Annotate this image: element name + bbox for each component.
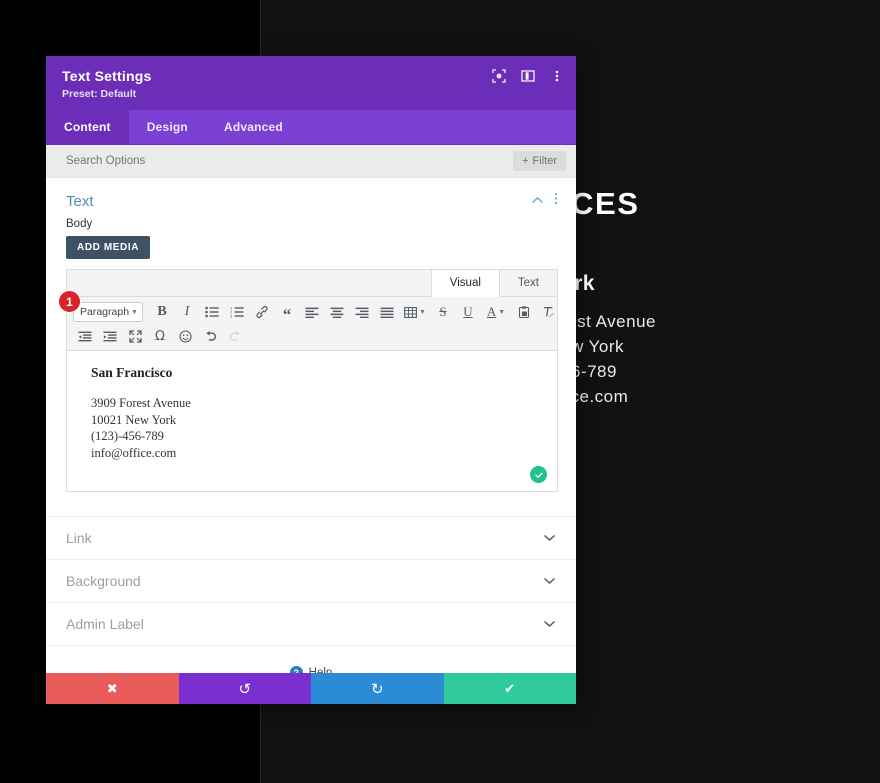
modal-header-icons [491, 68, 564, 83]
body-field-label: Body [66, 218, 93, 230]
redo-icon[interactable] [223, 325, 247, 347]
chevron-down-icon [543, 531, 556, 545]
text-section-header: Text [46, 178, 576, 218]
undo-icon: ↺ [238, 680, 252, 698]
check-icon [530, 466, 547, 483]
align-justify-icon[interactable] [375, 301, 399, 323]
editor-content-line: info@office.com [91, 445, 177, 460]
undo-icon[interactable] [198, 325, 222, 347]
accordion-label: Background [66, 573, 141, 589]
accordion-list: Link Background Admin Label [46, 516, 576, 646]
table-icon[interactable]: ▼ [400, 301, 430, 323]
accordion-label: Admin Label [66, 616, 144, 632]
numbered-list-icon[interactable]: 1 2 3 [225, 301, 249, 323]
redo-button[interactable]: ↻ [311, 673, 444, 704]
editor-toolbar: Paragraph ▼ B I 1 2 3 “ ▼ S U A ▼ Ω [67, 297, 557, 351]
paragraph-format-select[interactable]: Paragraph ▼ [73, 302, 143, 322]
screen: CES ork rest Avenue ew York 56-789 fice.… [0, 0, 880, 783]
redo-icon: ↻ [370, 680, 384, 698]
special-character-icon[interactable]: Ω [148, 325, 172, 347]
underline-icon[interactable]: U [456, 301, 480, 323]
emoji-icon[interactable] [173, 325, 197, 347]
text-color-icon[interactable]: A ▼ [481, 301, 511, 323]
modal-body: Text Body ADD MEDIA Visual Text Paragrap… [46, 178, 576, 673]
modal-title: Text Settings [62, 68, 152, 84]
editor-toolbar-row-2: Ω [73, 325, 551, 347]
chevron-down-icon [543, 574, 556, 588]
accordion-admin-label[interactable]: Admin Label [46, 602, 576, 646]
editor-content-heading: San Francisco [91, 365, 173, 380]
modal-header: Text Settings Preset: Default [46, 56, 576, 110]
editor-content-area[interactable]: San Francisco 3909 Forest Avenue 10021 N… [67, 351, 557, 491]
tab-advanced[interactable]: Advanced [206, 110, 301, 144]
clear-formatting-icon[interactable] [537, 301, 561, 323]
save-button[interactable]: ✔ [443, 673, 576, 704]
link-icon[interactable] [250, 301, 274, 323]
editor-toolbar-row-1: Paragraph ▼ B I 1 2 3 “ ▼ S U A ▼ [73, 301, 554, 323]
wysiwyg-editor: Visual Text Paragraph ▼ B I 1 2 3 “ ▼ S … [66, 269, 558, 492]
align-left-icon[interactable] [300, 301, 324, 323]
editor-mode-tabs: Visual Text [67, 270, 557, 297]
align-right-icon[interactable] [350, 301, 374, 323]
accordion-background[interactable]: Background [46, 559, 576, 602]
search-input[interactable] [66, 155, 514, 167]
filter-button-label: Filter [532, 155, 557, 167]
close-icon: ✖ [106, 680, 118, 696]
indent-icon[interactable] [98, 325, 122, 347]
search-options-bar: + Filter [46, 145, 576, 178]
editor-content-line: 10021 New York [91, 412, 177, 427]
tab-content[interactable]: Content [46, 110, 129, 144]
add-media-button[interactable]: ADD MEDIA [66, 236, 151, 259]
layout-panel-icon[interactable] [520, 68, 535, 83]
more-vertical-icon[interactable] [554, 192, 558, 210]
help-link[interactable]: ? Help [46, 646, 576, 673]
bulleted-list-icon[interactable] [200, 301, 224, 323]
editor-content-line: (123)-456-789 [91, 429, 164, 443]
tab-text[interactable]: Text [498, 270, 557, 296]
section-controls [531, 192, 558, 210]
paragraph-format-value: Paragraph [80, 306, 130, 318]
chevron-down-icon: ▼ [498, 308, 506, 316]
step-marker-badge: 1 [58, 290, 81, 313]
chevron-up-icon[interactable] [531, 192, 544, 210]
accordion-label: Link [66, 530, 92, 546]
fullscreen-icon[interactable] [123, 325, 147, 347]
more-vertical-icon[interactable] [549, 68, 564, 83]
focus-icon[interactable] [491, 68, 506, 83]
bold-icon[interactable]: B [150, 301, 174, 323]
chevron-down-icon: ▼ [131, 308, 138, 316]
background-heading: CES [571, 186, 640, 221]
preset-selector[interactable]: Preset: Default [62, 88, 560, 100]
outdent-icon[interactable] [73, 325, 97, 347]
paste-as-text-icon[interactable] [512, 301, 536, 323]
editor-content-line: 3909 Forest Avenue [91, 396, 191, 410]
question-mark-icon: ? [289, 666, 303, 673]
modal-footer: ✖ ↺ ↻ ✔ [46, 673, 576, 704]
filter-button[interactable]: + Filter [513, 151, 566, 171]
accordion-link[interactable]: Link [46, 516, 576, 559]
check-icon: ✔ [504, 680, 516, 696]
chevron-down-icon [543, 617, 556, 631]
modal-tabs: Content Design Advanced [46, 110, 576, 145]
cancel-button[interactable]: ✖ [46, 673, 179, 704]
blockquote-icon[interactable]: “ [275, 301, 299, 323]
text-settings-modal: Text Settings Preset: Default Content De… [46, 56, 576, 704]
chevron-down-icon: ▼ [419, 308, 426, 316]
section-title: Text [66, 192, 94, 210]
strikethrough-icon[interactable]: S [431, 301, 455, 323]
tab-visual[interactable]: Visual [430, 270, 499, 297]
italic-icon[interactable]: I [175, 301, 199, 323]
svg-text:3: 3 [230, 314, 233, 318]
align-center-icon[interactable] [325, 301, 349, 323]
plus-icon: + [522, 155, 529, 167]
tab-design[interactable]: Design [129, 110, 206, 144]
undo-button[interactable]: ↺ [178, 673, 311, 704]
